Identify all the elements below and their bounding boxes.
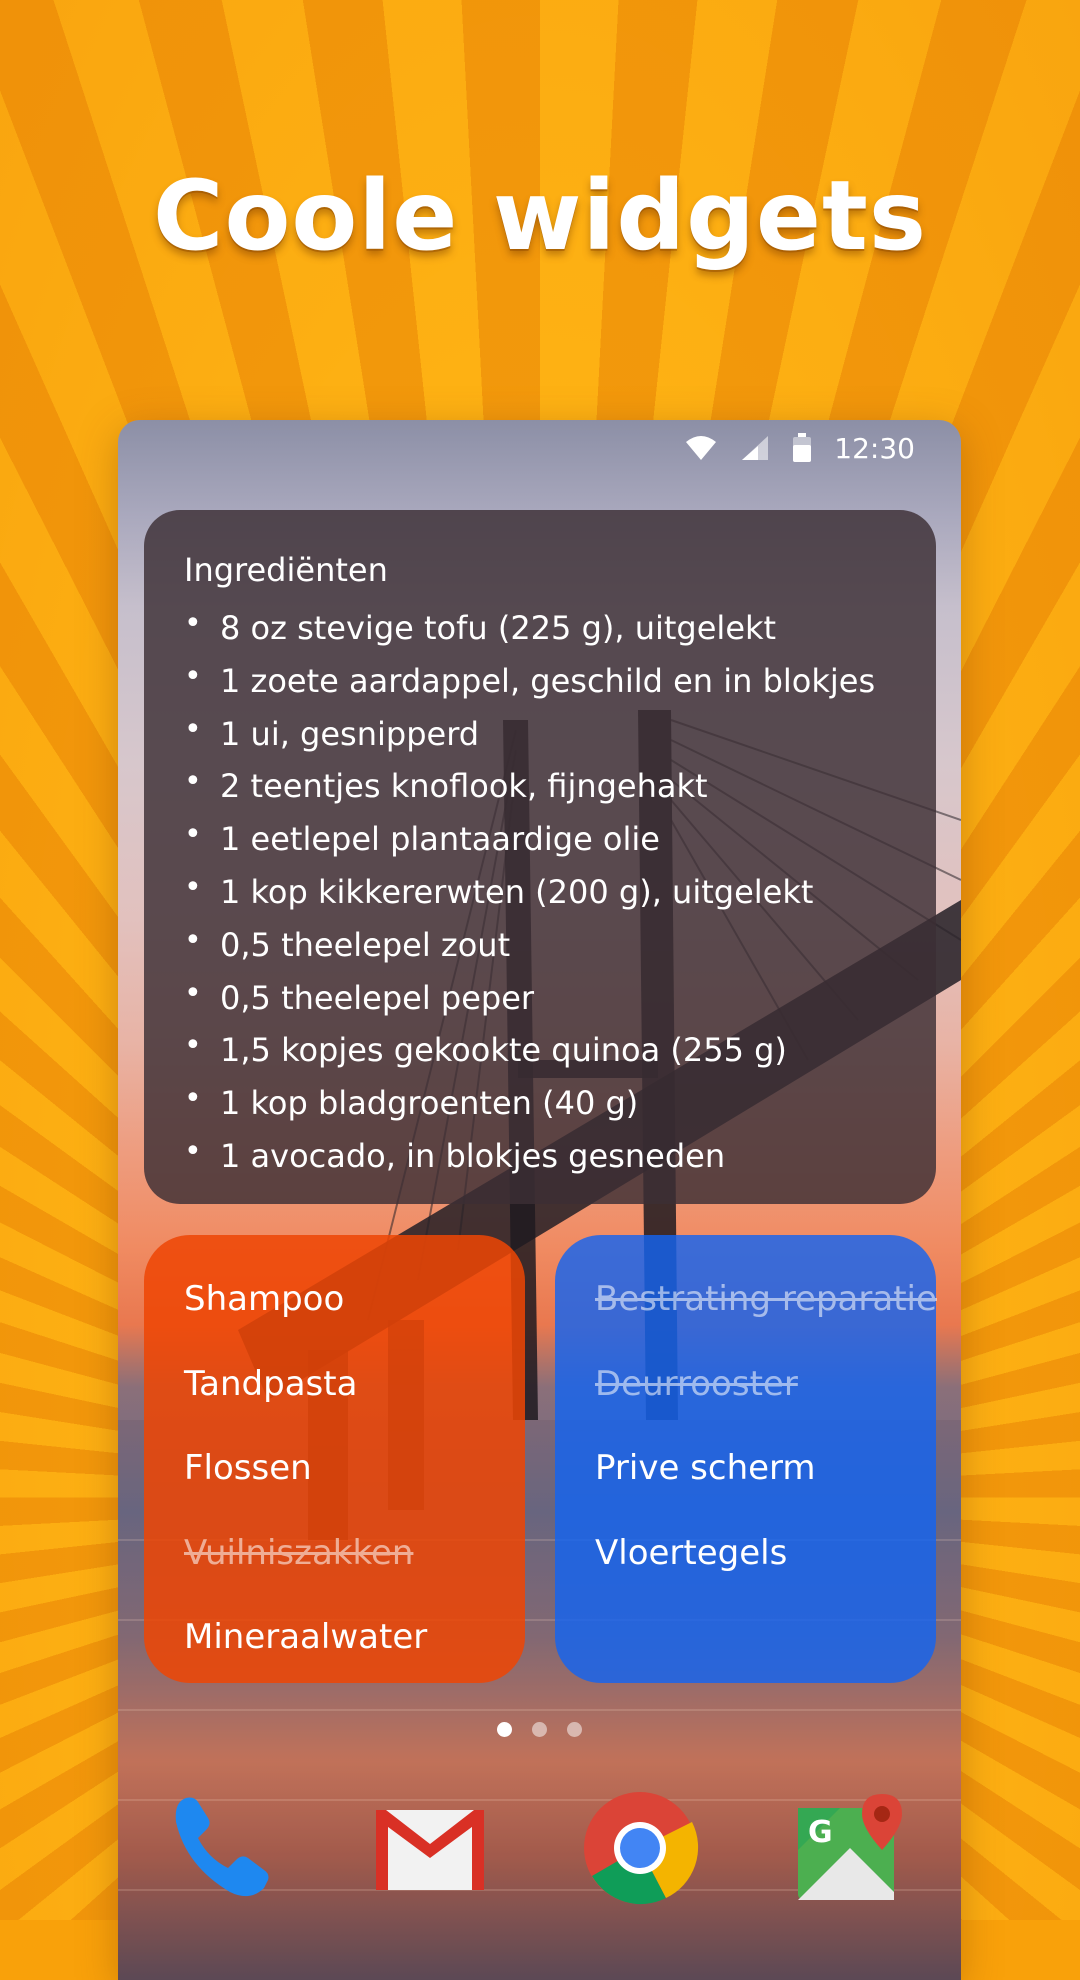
svg-text:G: G [808,1815,833,1850]
page-dot[interactable] [532,1722,547,1737]
list-item: 8 oz stevige tofu (225 g), uitgelekt [184,598,896,655]
list-item: 2 teentjes knoflook, fijngehakt [184,756,896,813]
maps-icon[interactable]: G [790,1788,910,1908]
wifi-icon [684,434,718,462]
list-item[interactable]: Vloertegels [595,1511,896,1596]
shopping-list-widget[interactable]: Shampoo Tandpasta Flossen Vuilniszakken … [144,1235,525,1683]
status-time: 12:30 [834,431,915,465]
gmail-icon[interactable] [370,1788,490,1908]
list-item: 1 eetlepel plantaardige olie [184,809,896,866]
list-item: 0,5 theelepel zout [184,915,896,972]
chrome-icon[interactable] [580,1788,700,1908]
list-item-done[interactable]: Vuilniszakken [184,1511,485,1596]
list-item[interactable]: Mineraalwater [184,1595,485,1680]
list-item: 1,5 kopjes gekookte quinoa (255 g) [184,1020,896,1077]
todo-list-widget[interactable]: Bestrating reparatie Deurrooster Prive s… [555,1235,937,1683]
ingredients-title: Ingrediënten [184,551,388,589]
page-dot-active[interactable] [497,1722,512,1737]
list-item-done[interactable]: Deurrooster [595,1342,896,1427]
phone-mockup: 12:30 Ingrediënten 8 oz stevige tofu (22… [118,420,961,1980]
page-indicator [118,1722,961,1737]
list-item: 0,5 theelepel peper [184,968,896,1025]
list-item[interactable]: Shampoo [184,1257,485,1342]
list-item[interactable]: Prive scherm [595,1426,896,1511]
list-item: 1 zoete aardappel, geschild en in blokje… [184,651,896,708]
list-item: 1 kop kikkererwten (200 g), uitgelekt [184,862,896,919]
list-item-done[interactable]: Bestrating reparatie [595,1257,937,1342]
phone-icon[interactable] [164,1788,284,1908]
list-item: 1 avocado, in blokjes gesneden [184,1126,896,1183]
list-item: 1 ui, gesnipperd [184,704,896,761]
signal-icon [740,434,770,462]
ingredients-widget[interactable]: Ingrediënten 8 oz stevige tofu (225 g), … [144,510,936,1204]
battery-icon [792,433,812,463]
list-item[interactable]: Tandpasta [184,1342,485,1427]
status-bar: 12:30 [118,420,961,476]
list-item[interactable]: Flossen [184,1426,485,1511]
ingredients-list: 8 oz stevige tofu (225 g), uitgelekt 1 z… [184,598,896,1183]
headline: Coole widgets [153,160,927,272]
app-dock: G [118,1770,961,1920]
list-item: 1 kop bladgroenten (40 g) [184,1073,896,1130]
page-dot[interactable] [567,1722,582,1737]
